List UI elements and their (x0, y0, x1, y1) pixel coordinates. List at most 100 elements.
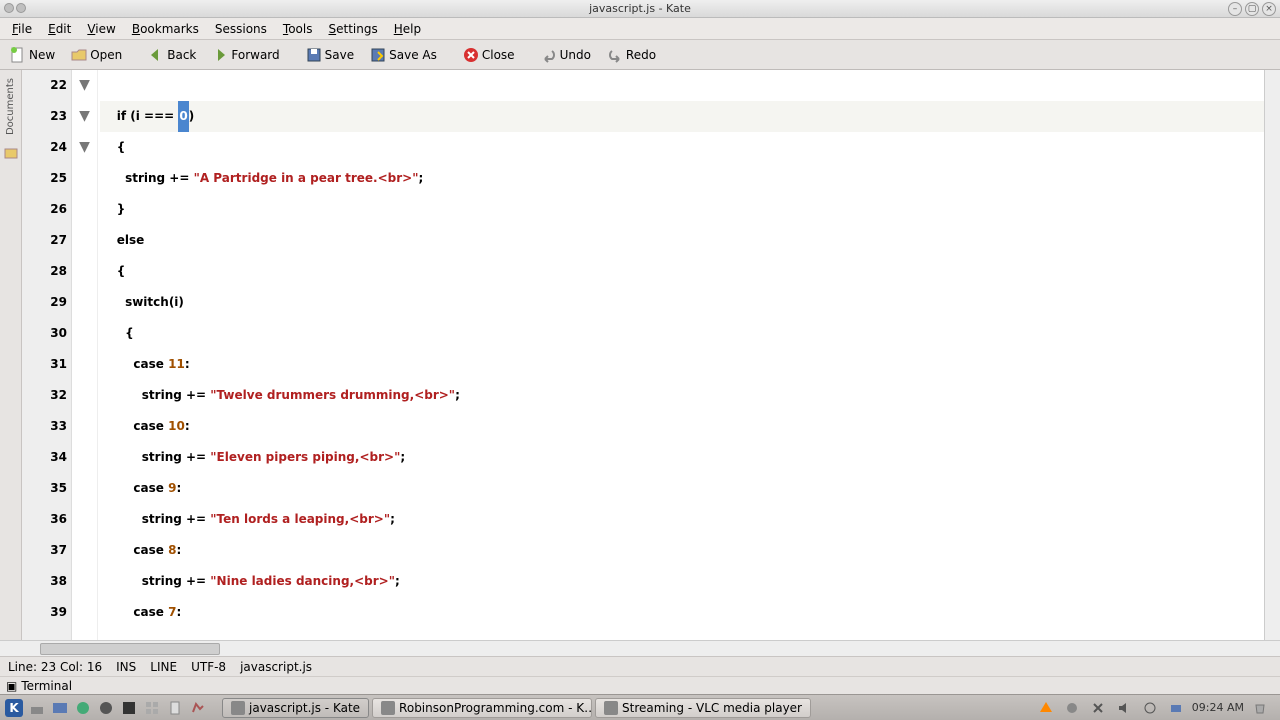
code-line[interactable]: string += "Nine ladies dancing,<br>"; (100, 566, 1264, 597)
back-icon (148, 47, 164, 63)
horizontal-scrollbar[interactable] (0, 640, 1280, 656)
task-label: javascript.js - Kate (249, 701, 360, 715)
svg-text:K: K (9, 701, 19, 715)
filesystem-icon[interactable] (3, 145, 19, 161)
tray-volume-icon[interactable] (1114, 698, 1134, 718)
menu-help[interactable]: Help (386, 20, 429, 38)
open-icon (71, 47, 87, 63)
fold-marker[interactable]: ▼ (72, 132, 97, 163)
line-number: 39 (22, 597, 67, 628)
sidebar-documents-label[interactable]: Documents (5, 74, 16, 139)
taskbar: K javascript.js - Kate RobinsonProgrammin… (0, 694, 1280, 720)
task-app-icon (231, 701, 245, 715)
line-number: 27 (22, 225, 67, 256)
status-filename: javascript.js (240, 660, 312, 674)
code-line[interactable]: } (100, 194, 1264, 225)
tray-icon-3[interactable] (1088, 698, 1108, 718)
line-number: 33 (22, 411, 67, 442)
vertical-scrollbar[interactable] (1264, 70, 1280, 640)
menu-bookmarks[interactable]: Bookmarks (124, 20, 207, 38)
menu-sessions[interactable]: Sessions (207, 20, 275, 38)
code-line[interactable]: case 11: (100, 349, 1264, 380)
code-line[interactable]: { (100, 256, 1264, 287)
back-button[interactable]: Back (142, 44, 202, 66)
quick-launch-6[interactable] (142, 698, 162, 718)
line-number: 30 (22, 318, 67, 349)
quick-launch-5[interactable] (119, 698, 139, 718)
taskbar-task[interactable]: javascript.js - Kate (222, 698, 369, 718)
code-line[interactable] (100, 70, 1264, 101)
quick-launch-3[interactable] (73, 698, 93, 718)
kde-menu-icon[interactable]: K (4, 698, 24, 718)
statusbar: Line: 23 Col: 16 INS LINE UTF-8 javascri… (0, 656, 1280, 676)
forward-button[interactable]: Forward (206, 44, 285, 66)
code-line[interactable]: case 8: (100, 535, 1264, 566)
line-number: 28 (22, 256, 67, 287)
code-line[interactable]: switch(i) (100, 287, 1264, 318)
taskbar-task[interactable]: Streaming - VLC media player (595, 698, 811, 718)
line-number: 38 (22, 566, 67, 597)
menu-view[interactable]: View (79, 20, 123, 38)
bottom-panel: ▣ Terminal (0, 676, 1280, 694)
line-number: 32 (22, 380, 67, 411)
quick-launch-4[interactable] (96, 698, 116, 718)
line-number-gutter: 222324252627282930313233343536373839 (22, 70, 72, 640)
fold-marker[interactable]: ▼ (72, 70, 97, 101)
close-window-button[interactable]: × (1262, 2, 1276, 16)
code-line[interactable]: case 7: (100, 597, 1264, 628)
close-button[interactable]: Close (457, 44, 521, 66)
task-app-icon (381, 701, 395, 715)
code-line[interactable]: { (100, 132, 1264, 163)
code-line[interactable]: if (i === 0) (100, 101, 1264, 132)
menu-file[interactable]: File (4, 20, 40, 38)
new-icon (10, 47, 26, 63)
status-position: Line: 23 Col: 16 (8, 660, 102, 674)
quick-launch-2[interactable] (50, 698, 70, 718)
quick-launch-1[interactable] (27, 698, 47, 718)
quick-launch-7[interactable] (165, 698, 185, 718)
code-editor[interactable]: if (i === 0) { string += "A Partridge in… (98, 70, 1264, 640)
line-number: 34 (22, 442, 67, 473)
saveas-button[interactable]: Save As (364, 44, 443, 66)
menu-settings[interactable]: Settings (321, 20, 386, 38)
code-line[interactable]: string += "Eleven pipers piping,<br>"; (100, 442, 1264, 473)
terminal-tab[interactable]: Terminal (21, 679, 72, 693)
code-line[interactable]: case 10: (100, 411, 1264, 442)
redo-button[interactable]: Redo (601, 44, 662, 66)
tray-trash-icon[interactable] (1250, 698, 1270, 718)
close-icon (463, 47, 479, 63)
undo-button[interactable]: Undo (535, 44, 597, 66)
undo-icon (541, 47, 557, 63)
code-line[interactable]: string += "Ten lords a leaping,<br>"; (100, 504, 1264, 535)
line-number: 24 (22, 132, 67, 163)
maximize-button[interactable]: ▢ (1245, 2, 1259, 16)
clock[interactable]: 09:24 AM (1192, 701, 1244, 714)
code-line[interactable]: { (100, 318, 1264, 349)
fold-marker[interactable]: ▼ (72, 101, 97, 132)
saveas-icon (370, 47, 386, 63)
new-button[interactable]: New (4, 44, 61, 66)
minimize-button[interactable]: – (1228, 2, 1242, 16)
menu-tools[interactable]: Tools (275, 20, 321, 38)
code-line[interactable]: else (100, 225, 1264, 256)
menu-edit[interactable]: Edit (40, 20, 79, 38)
tray-icon-6[interactable] (1166, 698, 1186, 718)
tray-icon-1[interactable] (1036, 698, 1056, 718)
status-insert-mode: INS (116, 660, 136, 674)
line-number: 22 (22, 70, 67, 101)
line-number: 26 (22, 194, 67, 225)
tray-icon-5[interactable] (1140, 698, 1160, 718)
terminal-icon: ▣ (6, 679, 17, 693)
line-number: 37 (22, 535, 67, 566)
quick-launch-8[interactable] (188, 698, 208, 718)
open-button[interactable]: Open (65, 44, 128, 66)
window-title: javascript.js - Kate (0, 2, 1280, 15)
task-label: Streaming - VLC media player (622, 701, 802, 715)
code-line[interactable]: case 9: (100, 473, 1264, 504)
save-button[interactable]: Save (300, 44, 360, 66)
status-line-mode: LINE (150, 660, 177, 674)
code-line[interactable]: string += "Twelve drummers drumming,<br>… (100, 380, 1264, 411)
code-line[interactable]: string += "A Partridge in a pear tree.<b… (100, 163, 1264, 194)
taskbar-task[interactable]: RobinsonProgramming.com - K… (372, 698, 592, 718)
tray-icon-2[interactable] (1062, 698, 1082, 718)
